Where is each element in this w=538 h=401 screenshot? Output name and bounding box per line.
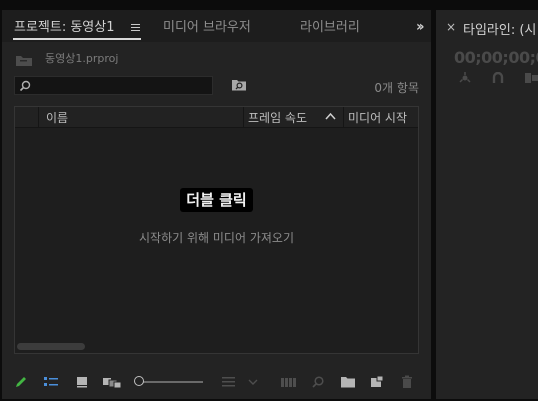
tab-libraries[interactable]: 라이브러리	[300, 20, 360, 36]
zoom-slider-track[interactable]	[141, 381, 203, 383]
sort-icon[interactable]	[221, 375, 237, 389]
snap-icon[interactable]	[492, 72, 504, 84]
automate-to-sequence-icon[interactable]	[280, 375, 298, 389]
column-header-media-start[interactable]: 미디어 시작	[348, 109, 407, 126]
item-count: 0개 항목	[374, 81, 419, 95]
column-header-frame-rate[interactable]: 프레임 속도	[248, 109, 307, 126]
project-list-view[interactable]: 이름 프레임 속도 미디어 시작 더블 클릭 시작하기 위해 미디어 가져오기	[14, 106, 419, 354]
close-icon[interactable]: ×	[446, 20, 456, 34]
zoom-slider-thumb[interactable]	[134, 376, 144, 386]
new-search-bin-icon[interactable]	[231, 78, 247, 92]
sort-ascending-icon[interactable]	[325, 112, 336, 120]
list-view-icon[interactable]	[43, 375, 59, 389]
icon-view-icon[interactable]	[75, 375, 89, 389]
premiere-workspace: 프로젝트: 동영상1 미디어 브라우저 라이브러리 ›› 동영상1.prproj…	[0, 0, 538, 401]
project-toolbar	[2, 371, 431, 393]
timeline-panel: × 타임라인: (시 00;00;00;00	[436, 10, 538, 399]
new-item-icon[interactable]	[370, 375, 384, 389]
project-file-icon	[16, 56, 32, 66]
column-header-name[interactable]: 이름	[46, 109, 68, 126]
column-divider[interactable]	[343, 107, 344, 127]
tab-project[interactable]: 프로젝트: 동영상1	[14, 20, 115, 36]
freeform-view-icon[interactable]	[102, 375, 122, 389]
empty-state-title[interactable]: 더블 클릭	[15, 188, 418, 212]
trash-icon[interactable]	[401, 375, 413, 389]
empty-state-subtitle: 시작하기 위해 미디어 가져오기	[139, 231, 294, 245]
insert-sequence-nest-icon[interactable]	[458, 72, 472, 84]
new-bin-icon[interactable]	[340, 375, 356, 389]
column-divider[interactable]	[38, 107, 39, 127]
double-chevron-right-icon[interactable]: ››	[416, 19, 424, 35]
tab-media-browser[interactable]: 미디어 브라우저	[163, 20, 251, 36]
panel-menu-icon[interactable]	[131, 24, 140, 32]
list-header: 이름 프레임 속도 미디어 시작	[15, 107, 418, 128]
column-divider[interactable]	[243, 107, 244, 127]
empty-state-title-text: 더블 클릭	[180, 188, 253, 212]
linked-selection-icon[interactable]	[524, 72, 538, 84]
horizontal-scrollbar[interactable]	[17, 343, 85, 350]
search-input[interactable]	[14, 76, 213, 95]
timeline-timecode[interactable]: 00;00;00;00	[454, 48, 538, 67]
project-panel-tabbar: 프로젝트: 동영상1 미디어 브라우저 라이브러리 ››	[2, 10, 431, 42]
tab-timeline[interactable]: 타임라인: (시	[463, 19, 536, 38]
project-file-name: 동영상1.prproj	[45, 52, 119, 65]
active-tab-indicator	[13, 38, 141, 40]
project-panel: 프로젝트: 동영상1 미디어 브라우저 라이브러리 ›› 동영상1.prproj…	[2, 10, 431, 399]
find-icon[interactable]	[311, 375, 325, 389]
timeline-tools	[436, 70, 538, 86]
search-icon	[19, 80, 31, 92]
pencil-icon[interactable]	[14, 375, 28, 389]
chevron-down-icon[interactable]	[248, 375, 258, 389]
